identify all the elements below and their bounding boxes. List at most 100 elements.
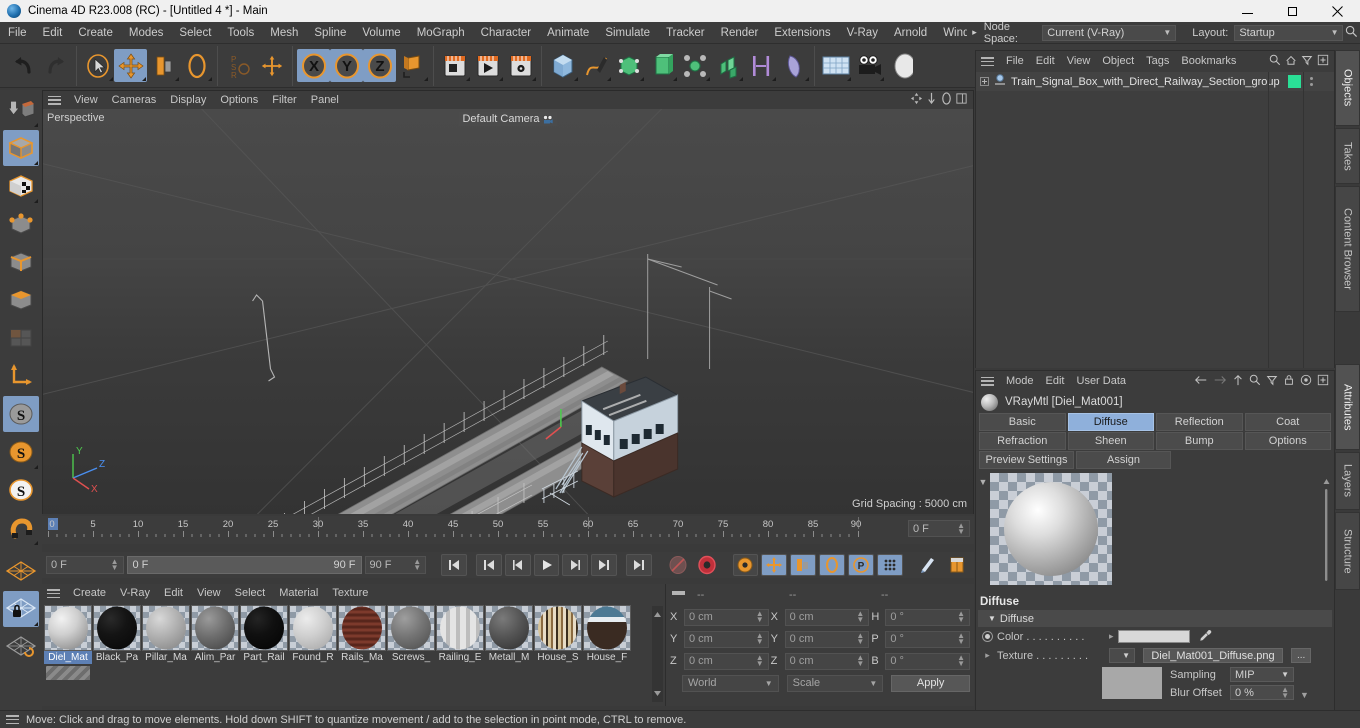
motion-clip-button[interactable] bbox=[915, 554, 942, 576]
point-level-animation-button[interactable] bbox=[876, 554, 903, 576]
timeline-frame-field[interactable]: 0 F ▲ ▼ bbox=[908, 520, 970, 537]
object-manager-hamburger-icon[interactable] bbox=[981, 57, 994, 66]
menu-overflow-arrow-icon[interactable]: ▸ bbox=[967, 27, 982, 38]
material-thumbnail[interactable] bbox=[240, 605, 288, 651]
add-spline-generator-button[interactable] bbox=[645, 49, 678, 82]
texture-mode-button[interactable] bbox=[3, 168, 39, 204]
uv-mode-button[interactable] bbox=[3, 320, 39, 356]
world-object-axis-button[interactable] bbox=[255, 49, 288, 82]
add-field-button[interactable] bbox=[777, 49, 810, 82]
stepper-icon[interactable]: ▲ ▼ bbox=[413, 558, 421, 572]
expand-toggle-icon[interactable] bbox=[980, 77, 989, 86]
material-menu-select[interactable]: Select bbox=[228, 584, 273, 603]
tab-coat[interactable]: Coat bbox=[1244, 413, 1331, 431]
object-menu-edit[interactable]: Edit bbox=[1030, 51, 1061, 72]
redo-button[interactable] bbox=[39, 49, 72, 82]
color-swatch[interactable] bbox=[1117, 630, 1190, 643]
move-tool-button[interactable] bbox=[114, 49, 147, 82]
material-preview[interactable] bbox=[990, 473, 1112, 585]
material-thumbnail[interactable] bbox=[534, 605, 582, 651]
menu-tracker[interactable]: Tracker bbox=[658, 22, 713, 44]
parameter-key-button[interactable]: P bbox=[847, 554, 874, 576]
enable-snapping-button[interactable]: S bbox=[3, 396, 39, 432]
object-menu-object[interactable]: Object bbox=[1096, 51, 1140, 72]
z-axis-lock-button[interactable]: Z bbox=[363, 49, 396, 82]
play-button[interactable] bbox=[533, 554, 560, 576]
stepper-icon[interactable]: ▲ ▼ bbox=[111, 558, 119, 572]
viewport-menu-filter[interactable]: Filter bbox=[265, 91, 303, 109]
menu-render[interactable]: Render bbox=[713, 22, 767, 44]
planar-workplane-button[interactable] bbox=[3, 629, 39, 665]
target-icon[interactable] bbox=[1300, 374, 1312, 389]
current-frame-field[interactable]: 0 F ▲ ▼ bbox=[46, 556, 124, 574]
menu-vray[interactable]: V-Ray bbox=[839, 22, 886, 44]
menu-mograph[interactable]: MoGraph bbox=[409, 22, 473, 44]
material-thumbnail[interactable] bbox=[583, 605, 631, 651]
tab-reflection[interactable]: Reflection bbox=[1156, 413, 1243, 431]
attribute-scrollbar[interactable] bbox=[1322, 477, 1331, 585]
make-editable-button[interactable] bbox=[3, 92, 39, 128]
stepper-icon[interactable]: ▲ ▼ bbox=[1281, 685, 1289, 699]
viewport-menu-options[interactable]: Options bbox=[213, 91, 265, 109]
forward-arrow-icon[interactable] bbox=[1213, 374, 1227, 389]
material-thumbnail[interactable] bbox=[44, 605, 92, 651]
render-to-picture-viewer-button[interactable] bbox=[471, 49, 504, 82]
preview-range-bar[interactable]: 0 F 90 F bbox=[126, 556, 362, 574]
attribute-hamburger-icon[interactable] bbox=[981, 376, 994, 386]
document-end-field[interactable]: 90 F ▲ ▼ bbox=[364, 556, 427, 574]
tab-takes[interactable]: Takes bbox=[1335, 128, 1360, 184]
search-icon[interactable] bbox=[1249, 374, 1261, 389]
texture-filename-field[interactable]: Diel_Mat001_Diffuse.png bbox=[1143, 648, 1283, 663]
coord-field-size-y[interactable]: 0 cm ▲ ▼ bbox=[784, 630, 870, 648]
object-menu-view[interactable]: View bbox=[1061, 51, 1097, 72]
diffuse-group-header[interactable]: ▼ Diffuse bbox=[978, 610, 1332, 627]
go-to-previous-key-button[interactable] bbox=[475, 554, 502, 576]
tab-preview-settings[interactable]: Preview Settings bbox=[979, 451, 1074, 469]
layout-select[interactable]: Startup ▼ bbox=[1234, 24, 1344, 41]
blur-offset-field[interactable]: 0 % ▲ ▼ bbox=[1230, 685, 1294, 700]
render-settings-button[interactable] bbox=[504, 49, 537, 82]
snap-settings-button[interactable]: S bbox=[3, 434, 39, 470]
tag-dots-icon[interactable] bbox=[1310, 75, 1314, 88]
material-item[interactable]: Screws_ bbox=[387, 605, 435, 664]
material-menu-edit[interactable]: Edit bbox=[157, 584, 190, 603]
coordinate-system-select[interactable]: World ▼ bbox=[682, 674, 779, 692]
coord-field-rot-h[interactable]: 0 ° ▲ ▼ bbox=[885, 608, 971, 626]
coordinate-system-button[interactable] bbox=[396, 49, 429, 82]
pan-view-icon[interactable] bbox=[925, 92, 938, 108]
plus-box-icon[interactable] bbox=[1317, 374, 1329, 389]
tab-assign[interactable]: Assign bbox=[1076, 451, 1171, 469]
coordinate-mode-select[interactable]: Scale ▼ bbox=[786, 674, 884, 692]
maximize-button[interactable] bbox=[1270, 0, 1315, 22]
material-item[interactable]: Alim_Par bbox=[191, 605, 239, 664]
menu-window[interactable]: Window bbox=[935, 22, 967, 44]
material-item[interactable]: Diel_Mat bbox=[44, 605, 92, 664]
sampling-select[interactable]: MIP ▼ bbox=[1230, 667, 1294, 682]
rotation-key-button[interactable] bbox=[819, 554, 845, 576]
step-forward-button[interactable] bbox=[562, 554, 589, 576]
tab-refraction[interactable]: Refraction bbox=[979, 432, 1066, 450]
material-item[interactable]: House_S bbox=[534, 605, 582, 664]
up-arrow-icon[interactable] bbox=[1232, 374, 1244, 389]
coord-field-pos-y[interactable]: 0 cm ▲ ▼ bbox=[684, 630, 769, 648]
scale-tool-button[interactable] bbox=[147, 49, 180, 82]
tab-structure[interactable]: Structure bbox=[1335, 512, 1360, 590]
axis-modify-mode-button[interactable] bbox=[3, 358, 39, 394]
step-back-button[interactable] bbox=[504, 554, 531, 576]
tab-sheen[interactable]: Sheen bbox=[1067, 432, 1154, 450]
tab-options[interactable]: Options bbox=[1244, 432, 1331, 450]
workplane-button[interactable] bbox=[3, 553, 39, 589]
plus-box-icon[interactable] bbox=[1317, 54, 1329, 69]
filter-icon[interactable] bbox=[1266, 374, 1278, 389]
material-thumbnail[interactable] bbox=[191, 605, 239, 651]
coord-field-pos-z[interactable]: 0 cm ▲ ▼ bbox=[684, 652, 769, 670]
material-item[interactable]: Rails_Ma bbox=[338, 605, 386, 664]
go-to-end-button[interactable] bbox=[626, 554, 652, 576]
lock-workplane-button[interactable] bbox=[3, 591, 39, 627]
go-to-next-key-button[interactable] bbox=[591, 554, 618, 576]
preview-collapse-icon[interactable]: ▼ bbox=[976, 473, 990, 591]
material-menu-texture[interactable]: Texture bbox=[325, 584, 375, 603]
viewport-camera-label[interactable]: Default Camera bbox=[458, 112, 558, 126]
menu-file[interactable]: File bbox=[0, 22, 35, 44]
y-axis-lock-button[interactable]: Y bbox=[330, 49, 363, 82]
